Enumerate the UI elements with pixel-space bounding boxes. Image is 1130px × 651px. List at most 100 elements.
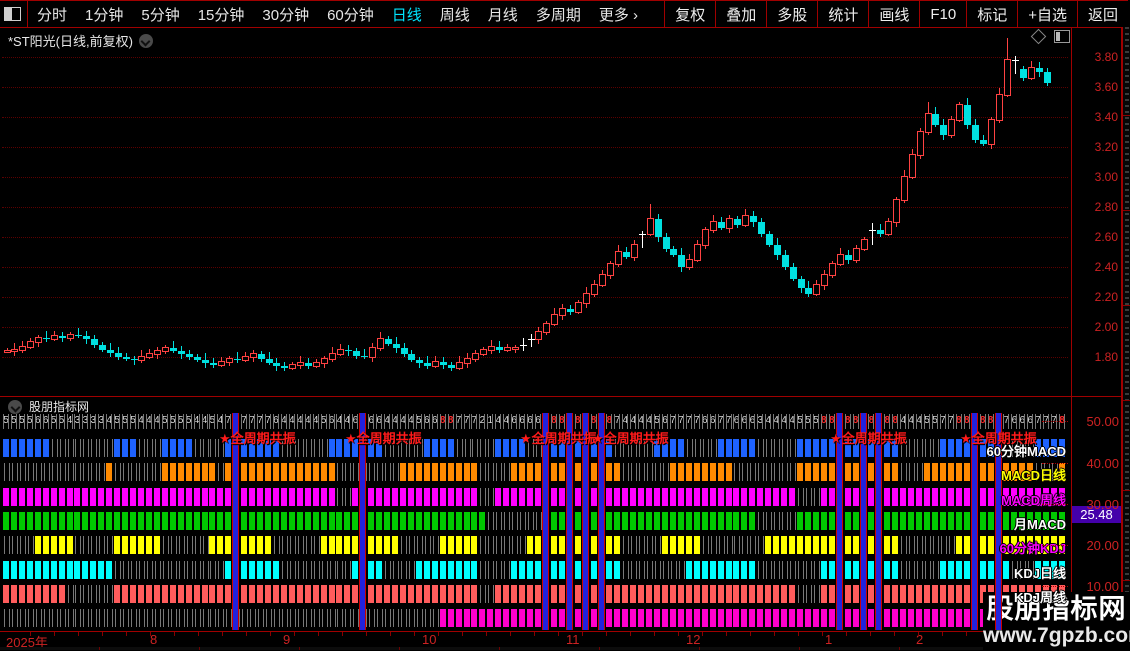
- indicator-bar-on: [558, 511, 565, 530]
- indicator-bar-on: [622, 609, 629, 628]
- indicator-bar-on: [590, 609, 597, 628]
- axis-tick: [270, 632, 271, 636]
- indicator-bar-off: [67, 463, 74, 482]
- indicator-bar-on: [185, 439, 192, 457]
- indicator-bar-off: [917, 536, 924, 555]
- period-tab-60分钟[interactable]: 60分钟: [318, 4, 383, 25]
- indicator-bar-on: [550, 584, 557, 603]
- indicator-bar-off: [758, 511, 765, 530]
- indicator-bar-on: [193, 463, 200, 482]
- period-tab-1分钟[interactable]: 1分钟: [76, 4, 132, 25]
- indicator-bar-on: [606, 584, 613, 603]
- indicator-bar-on: [511, 584, 518, 603]
- month-label: 1: [825, 632, 833, 647]
- tool-button-统计[interactable]: 统计: [817, 1, 868, 27]
- indicator-bar-on: [662, 609, 669, 628]
- indicator-bar-off: [107, 536, 114, 555]
- top-toolbar: 分时 1分钟 5分钟 15分钟 30分钟 60分钟 日线 周线 月线 多周期 更多 › 复权 叠加 多股…: [0, 0, 1128, 28]
- indicator-bar-on: [574, 584, 581, 603]
- indicator-bar-off: [321, 439, 328, 457]
- indicator-row-label: 月MACD: [1014, 516, 1066, 532]
- tool-button-标记[interactable]: 标记: [966, 1, 1017, 27]
- indicator-bar-off: [83, 439, 90, 457]
- digit-cell-frame: [662, 414, 669, 429]
- period-tab-分时[interactable]: 分时: [28, 4, 76, 25]
- indicator-bar-on: [709, 463, 716, 482]
- vertical-text-strip[interactable]: [1122, 27, 1130, 650]
- resonance-label: ★全周期共振: [219, 431, 296, 446]
- sidebar-toggle-icon[interactable]: [4, 7, 21, 21]
- indicator-bar-on: [820, 584, 827, 603]
- window-toggle-box[interactable]: [0, 1, 28, 27]
- indicator-bar-on: [614, 584, 621, 603]
- indicator-bar-on: [900, 609, 907, 628]
- tool-button-多股[interactable]: 多股: [766, 1, 817, 27]
- tool-button-+自选[interactable]: +自选: [1017, 1, 1077, 27]
- indicator-bar-off: [631, 463, 638, 482]
- digit-cell-frame: [709, 414, 716, 429]
- indicator-bar-on: [987, 511, 994, 530]
- indicator-bar-off: [750, 463, 757, 482]
- indicator-bar-on: [638, 584, 645, 603]
- candle-down: [1019, 69, 1027, 78]
- indicator-bar-on: [789, 584, 796, 603]
- indicator-bar-on: [3, 560, 9, 579]
- period-tab-月线[interactable]: 月线: [479, 4, 527, 25]
- indicator-bar-on: [797, 536, 803, 555]
- indicator-bar-on: [939, 609, 946, 628]
- indicator-bar-off: [504, 463, 511, 482]
- indicator-bar-on: [431, 560, 438, 579]
- tool-button-画线[interactable]: 画线: [868, 1, 919, 27]
- period-tab-多周期[interactable]: 多周期: [527, 4, 590, 25]
- indicator-bar-on: [908, 487, 915, 506]
- candle-down: [59, 336, 67, 338]
- indicator-bar-on: [225, 487, 232, 506]
- indicator-bar-on: [685, 609, 692, 628]
- indicator-bar-on: [900, 584, 907, 603]
- indicator-bar-on: [18, 584, 25, 603]
- period-tab-5分钟[interactable]: 5分钟: [132, 4, 188, 25]
- price-tick-label: 3.60: [1094, 80, 1118, 94]
- period-tab-日线[interactable]: 日线: [383, 4, 431, 25]
- indicator-bar-on: [963, 584, 970, 603]
- tool-button-叠加[interactable]: 叠加: [715, 1, 766, 27]
- indicator-bar-off: [186, 536, 193, 555]
- period-tab-30分钟[interactable]: 30分钟: [253, 4, 318, 25]
- indicator-bar-on: [407, 511, 414, 530]
- digit-cell-frame: [955, 414, 962, 429]
- digit-cell-frame: [630, 414, 637, 429]
- indicator-bar-on: [384, 511, 391, 530]
- indicator-bar-off: [83, 536, 90, 555]
- indicator-bar-on: [153, 487, 160, 506]
- digit-cell-frame: [265, 414, 272, 429]
- indicator-bar-on: [789, 609, 796, 628]
- indicator-bar-on: [122, 439, 129, 457]
- indicator-bar-on: [669, 609, 676, 628]
- indicator-bar-off: [4, 536, 10, 555]
- tool-button-返回[interactable]: 返回: [1076, 1, 1128, 27]
- digit-cell-frame: [122, 414, 129, 429]
- candle-up: [924, 113, 932, 133]
- indicator-bar-on: [924, 511, 931, 530]
- indicator-bar-on: [955, 560, 962, 579]
- indicator-bar-on: [511, 609, 518, 628]
- period-tab-周线[interactable]: 周线: [431, 4, 479, 25]
- indicator-bar-on: [677, 609, 684, 628]
- digit-cell-frame: [328, 414, 335, 429]
- indicator-axis-label: 20.00: [1086, 538, 1119, 553]
- indicator-bar-off: [67, 439, 74, 457]
- candlestick-chart[interactable]: [0, 27, 1071, 396]
- indicator-bar-on: [511, 439, 518, 457]
- vertical-strip-texture: [1125, 27, 1129, 650]
- period-tab-15分钟[interactable]: 15分钟: [189, 4, 254, 25]
- indicator-bar-on: [288, 463, 295, 482]
- indicator-bar-off: [774, 439, 781, 457]
- indicator-bar-on: [550, 560, 557, 579]
- indicator-bar-off: [393, 463, 400, 482]
- digit-cell-frame: [145, 414, 152, 429]
- tool-button-复权[interactable]: 复权: [664, 1, 715, 27]
- candle-down: [876, 229, 884, 234]
- period-tab-更多 ›[interactable]: 更多 ›: [590, 4, 647, 25]
- indicator-bar-on: [98, 511, 105, 530]
- tool-button-F10[interactable]: F10: [919, 1, 966, 27]
